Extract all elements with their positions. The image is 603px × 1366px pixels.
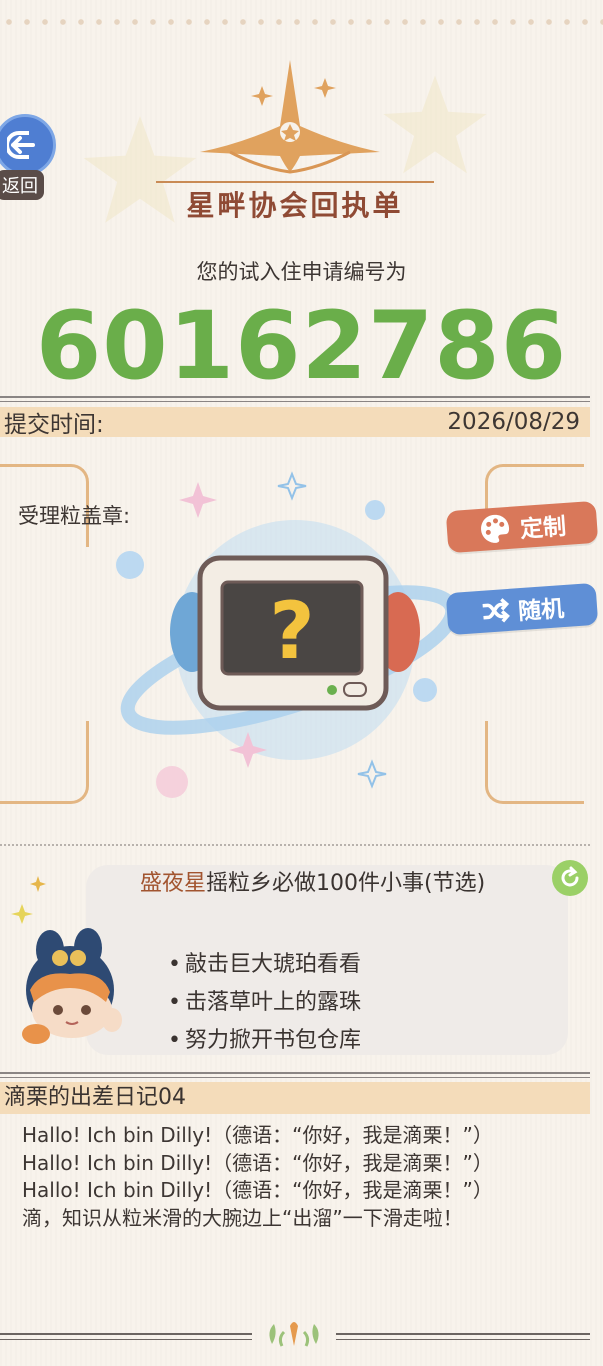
diary-line: Hallo! Ich bin Dilly!（德语：“你好，我是滴栗！”）: [22, 1123, 492, 1147]
logo-text: 星畔协会回执单: [186, 189, 404, 222]
event-list: 敲击巨大琥珀看看 击落草叶上的露珠 努力掀开书包仓库: [168, 946, 361, 1060]
footer-divider: [336, 1333, 590, 1340]
leaf-ornament-icon: [269, 1322, 319, 1347]
footer-divider: [0, 1333, 252, 1340]
application-subtitle: 您的试入住申请编号为: [196, 260, 407, 284]
back-arrow-icon: [0, 114, 56, 176]
custom-button-label: 定制: [519, 513, 568, 544]
divider: [0, 396, 590, 402]
event-name-highlight: 盛夜星: [140, 871, 207, 896]
random-button-label: 随机: [517, 596, 566, 626]
diary-line: Hallo! Ich bin Dilly!（德语：“你好，我是滴栗！”）: [22, 1150, 492, 1175]
list-item: 敲击巨大琥珀看看: [168, 946, 361, 984]
divider: [0, 1072, 590, 1078]
star-emblem-icon: [156, 60, 434, 183]
frame-corner: [0, 721, 89, 804]
back-button[interactable]: 返回: [0, 114, 56, 206]
diary-line: 滴，知识从粒米滑的大腕边上“出溜”一下滑走啦！: [22, 1205, 463, 1230]
diary-title: 滴栗的出差日记04: [0, 1082, 590, 1114]
divider: [0, 844, 590, 846]
submit-time-row: 提交时间: 2026/08/29: [0, 407, 590, 438]
diary-line: Hallo! Ich bin Dilly!（德语：“你好，我是滴栗！”）: [22, 1178, 492, 1202]
frame-corner: [485, 721, 584, 804]
mascot-avatar: [11, 876, 122, 1044]
list-item: 努力掀开书包仓库: [168, 1022, 361, 1060]
association-logo: 星畔协会回执单: [150, 56, 440, 226]
diary-content: Hallo! Ich bin Dilly!（德语：“你好，我是滴栗！”） Hal…: [22, 1122, 492, 1308]
application-number: 60162786: [35, 292, 568, 401]
question-mark-glyph: ?: [269, 587, 314, 677]
refresh-button[interactable]: [552, 860, 588, 896]
submit-time-label: 提交时间:: [4, 412, 104, 438]
palette-icon: [481, 514, 510, 543]
back-label: 返回: [0, 170, 44, 200]
event-title-text: 摇粒乡必做100件小事(节选): [206, 871, 486, 896]
submit-time-value: 2026/08/29: [447, 409, 580, 435]
list-item: 击落草叶上的露珠: [168, 984, 361, 1022]
receipt-page: 返回 星畔协会回执单 您的试入住申请编号为 60162786 提交时间: 202…: [0, 0, 603, 1366]
top-dotted-border: [0, 14, 603, 30]
event-title: 盛夜星摇粒乡必做100件小事(节选): [140, 868, 530, 900]
stamp-placeholder-illustration[interactable]: ?: [110, 470, 470, 810]
shuffle-icon: [482, 598, 510, 623]
refresh-icon: [561, 866, 579, 887]
